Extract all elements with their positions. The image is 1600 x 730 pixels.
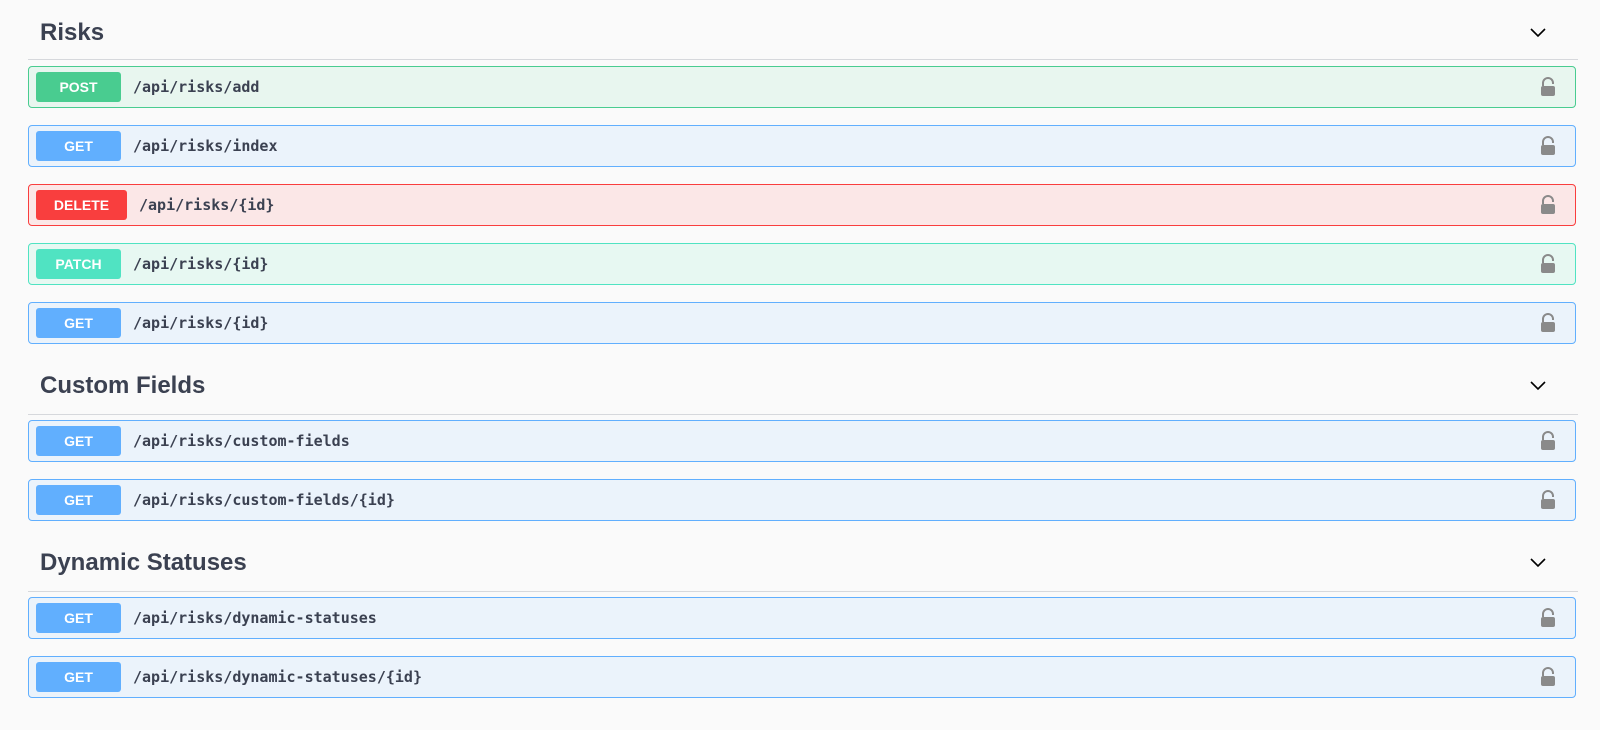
method-badge: GET — [36, 662, 121, 692]
operation-row[interactable]: GET /api/risks/custom-fields/{id} — [28, 479, 1576, 521]
operation-path: /api/risks/dynamic-statuses/{id} — [133, 668, 422, 686]
operation-path: /api/risks/{id} — [139, 196, 275, 214]
lock-icon[interactable] — [1539, 490, 1557, 510]
operation-row[interactable]: POST /api/risks/add — [28, 66, 1576, 108]
section-header-risks[interactable]: Risks — [28, 15, 1578, 60]
section-header-dynamic-statuses[interactable]: Dynamic Statuses — [28, 545, 1578, 592]
method-badge: GET — [36, 485, 121, 515]
chevron-down-icon[interactable] — [1528, 23, 1548, 43]
operation-row[interactable]: GET /api/risks/dynamic-statuses — [28, 597, 1576, 639]
operation-path: /api/risks/custom-fields — [133, 432, 350, 450]
operation-row[interactable]: GET /api/risks/{id} — [28, 302, 1576, 344]
operation-row[interactable]: GET /api/risks/custom-fields — [28, 420, 1576, 462]
section-header-custom-fields[interactable]: Custom Fields — [28, 368, 1578, 415]
method-badge: POST — [36, 72, 121, 102]
operation-path: /api/risks/dynamic-statuses — [133, 609, 377, 627]
swagger-operations: Risks POST /api/risks/add GET /api/risks… — [0, 0, 1600, 730]
operation-path: /api/risks/custom-fields/{id} — [133, 491, 395, 509]
operation-path: /api/risks/add — [133, 78, 260, 96]
chevron-down-icon[interactable] — [1528, 553, 1548, 573]
method-badge: PATCH — [36, 249, 121, 279]
operation-row[interactable]: PATCH /api/risks/{id} — [28, 243, 1576, 285]
operation-path: /api/risks/index — [133, 137, 278, 155]
operation-path: /api/risks/{id} — [133, 314, 269, 332]
lock-icon[interactable] — [1539, 254, 1557, 274]
lock-icon[interactable] — [1539, 431, 1557, 451]
section-title: Dynamic Statuses — [40, 549, 247, 576]
method-badge: GET — [36, 308, 121, 338]
lock-icon[interactable] — [1539, 77, 1557, 97]
section-title: Custom Fields — [40, 372, 206, 399]
section-title: Risks — [40, 19, 105, 46]
lock-icon[interactable] — [1539, 608, 1557, 628]
method-badge: DELETE — [36, 190, 127, 220]
lock-icon[interactable] — [1539, 667, 1557, 687]
operation-row[interactable]: GET /api/risks/dynamic-statuses/{id} — [28, 656, 1576, 698]
lock-icon[interactable] — [1539, 136, 1557, 156]
operation-path: /api/risks/{id} — [133, 255, 269, 273]
lock-icon[interactable] — [1539, 195, 1557, 215]
operation-row[interactable]: GET /api/risks/index — [28, 125, 1576, 167]
method-badge: GET — [36, 426, 121, 456]
lock-icon[interactable] — [1539, 313, 1557, 333]
chevron-down-icon[interactable] — [1528, 376, 1548, 396]
method-badge: GET — [36, 131, 121, 161]
operation-row[interactable]: DELETE /api/risks/{id} — [28, 184, 1576, 226]
method-badge: GET — [36, 603, 121, 633]
